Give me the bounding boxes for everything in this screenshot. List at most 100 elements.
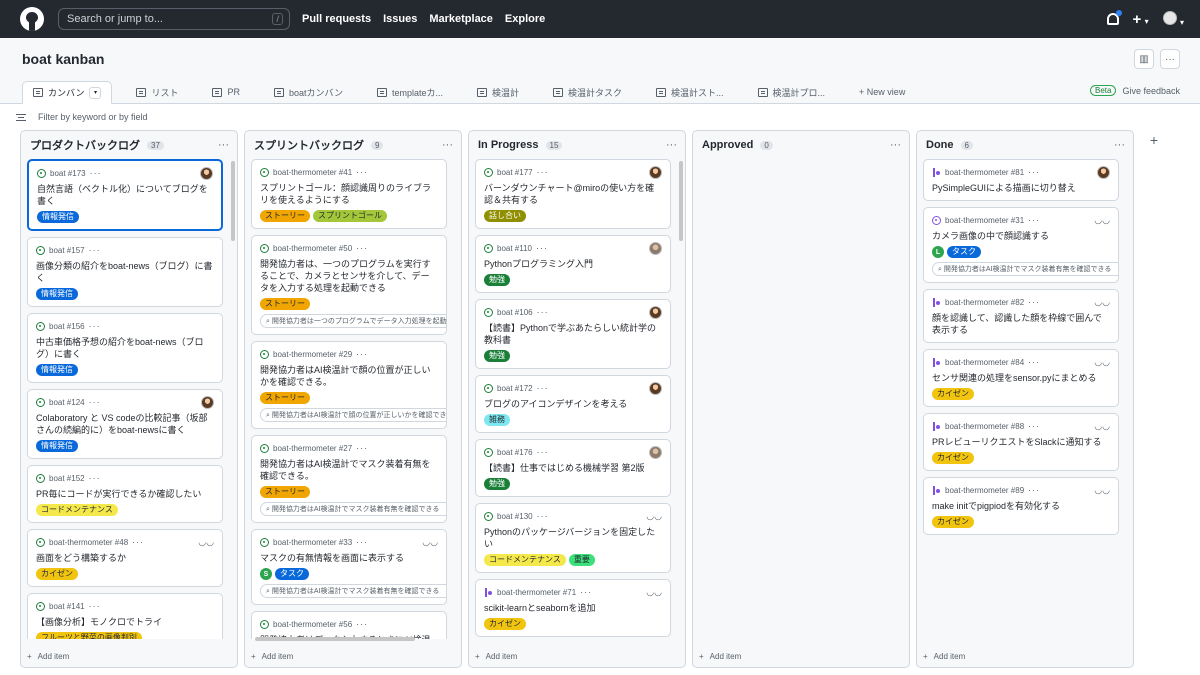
github-logo-icon[interactable] <box>20 7 44 31</box>
board-card[interactable]: boat-thermometer #29 ··· 開発協力者はAI検温計で顔の位置が… <box>251 341 447 429</box>
card-title[interactable]: Pythonプログラミング入門 <box>484 258 662 270</box>
board-card[interactable]: boat-thermometer #31 ··· ◡◡ カメラ画像の中で顔認識する L タ… <box>923 207 1119 283</box>
linked-issue[interactable]: ⌕ 開発協力者はAI検温計で顔の位置が正しいかを確認できる <box>260 408 447 422</box>
add-item-button[interactable]: + Add item <box>923 652 965 661</box>
create-new-button[interactable]: + ▾ <box>1133 11 1149 28</box>
nav-issues[interactable]: Issues <box>383 13 417 25</box>
board-card[interactable]: boat #110 ··· Pythonプログラミング入門 勉強 <box>475 235 671 293</box>
card-title[interactable]: 開発協力者はAI検温計でマスク装着有無を確認できる。 <box>260 458 438 482</box>
card-menu-icon[interactable]: ··· <box>537 383 549 393</box>
linked-issue[interactable]: ⌕ 開発協力者は一つのプログラムでデータ入力処理を起動できる <box>260 314 447 328</box>
board-card[interactable]: boat #106 ··· 【読書】Pythonで学ぶあたらしい統計学の教科書 勉強 <box>475 299 671 369</box>
card-menu-icon[interactable]: ··· <box>1028 421 1040 431</box>
card-title[interactable]: 開発協力者はAI検温計で顔の位置が正しいかを確認できる。 <box>260 364 438 388</box>
card-title[interactable]: Pythonのパッケージバージョンを固定したい <box>484 526 662 550</box>
card-menu-icon[interactable]: ··· <box>1028 297 1040 307</box>
board-card[interactable]: boat-thermometer #41 ··· スプリントゴール：顔認識周りのライ… <box>251 159 447 229</box>
board-card[interactable]: boat-thermometer #84 ··· ◡◡ センサ関連の処理をsensor… <box>923 349 1119 407</box>
card-menu-icon[interactable]: ··· <box>1028 215 1040 225</box>
horizontal-scrollbar[interactable] <box>255 637 415 641</box>
side-panel-toggle-icon[interactable]: ▥ <box>1134 49 1154 69</box>
card-menu-icon[interactable]: ··· <box>89 321 101 331</box>
card-menu-icon[interactable]: ··· <box>537 511 549 521</box>
linked-issue[interactable]: ⌕ 開発協力者はAI検温計でマスク装着有無を確認できる <box>260 502 447 516</box>
add-item-button[interactable]: + Add item <box>27 652 69 661</box>
card-menu-icon[interactable]: ··· <box>89 601 101 611</box>
tab-view[interactable]: 検温計プロ... <box>748 81 836 103</box>
card-menu-icon[interactable]: ··· <box>1028 485 1040 495</box>
user-menu[interactable]: ▾ <box>1162 10 1184 28</box>
card-title[interactable]: カメラ画像の中で顔認識する <box>932 230 1110 242</box>
card-menu-icon[interactable]: ··· <box>356 243 368 253</box>
card-title[interactable]: マスクの有無情報を画面に表示する <box>260 552 438 564</box>
linked-issue[interactable]: ⌕ 開発協力者はAI検温計でマスク装着有無を確認できる <box>932 262 1119 276</box>
card-title[interactable]: 開発協力者は、一つのプログラムを実行することで、カメラとセンサを介して、データを… <box>260 258 438 294</box>
card-title[interactable]: バーンダウンチャート@miroの使い方を確認＆共有する <box>484 182 662 206</box>
card-title[interactable]: 画面をどう構築するか <box>36 552 214 564</box>
card-title[interactable]: 顔を認識して、認識した顔を枠線で囲んで表示する <box>932 312 1110 336</box>
add-item-button[interactable]: + Add item <box>475 652 517 661</box>
board-card[interactable]: boat-thermometer #50 ··· 開発協力者は、一つのプログラムを実… <box>251 235 447 335</box>
board-card[interactable]: boat-thermometer #82 ··· ◡◡ 顔を認識して、認識した顔を枠線… <box>923 289 1119 343</box>
card-title[interactable]: スプリントゴール：顔認識周りのライブラリを使えるようにする <box>260 182 438 206</box>
board-card[interactable]: boat-thermometer #33 ··· ◡◡ マスクの有無情報を画面に表示す… <box>251 529 447 605</box>
linked-issue[interactable]: ⌕ 開発協力者はAI検温計でマスク装着有無を確認できる <box>260 584 447 598</box>
card-title[interactable]: PySimpleGUIによる描画に切り替え <box>932 182 1110 194</box>
card-title[interactable]: 中古車価格予想の紹介をboat-news（ブログ）に書く <box>36 336 214 360</box>
nav-explore[interactable]: Explore <box>505 13 545 25</box>
nav-pull-requests[interactable]: Pull requests <box>302 13 371 25</box>
tab-view[interactable]: boatカンバン <box>264 81 353 103</box>
card-title[interactable]: PRレビューリクエストをSlackに通知する <box>932 436 1110 448</box>
notifications-bell-icon[interactable] <box>1106 10 1122 25</box>
column-scrollbar[interactable] <box>679 161 683 241</box>
board-card[interactable]: boat #173 ··· 自然言語（ベクトル化）についてブログを書く 情報発信 <box>27 159 223 231</box>
card-title[interactable]: 画像分類の紹介をboat-news（ブログ）に書く <box>36 260 214 284</box>
column-menu-icon[interactable]: ··· <box>666 139 677 151</box>
card-menu-icon[interactable]: ··· <box>537 167 549 177</box>
card-menu-icon[interactable]: ··· <box>89 397 101 407</box>
filter-bar[interactable]: Filter by keyword or by field <box>0 104 1200 130</box>
column-menu-icon[interactable]: ··· <box>218 139 229 151</box>
new-view-button[interactable]: + New view <box>849 81 915 103</box>
project-menu-icon[interactable]: ··· <box>1160 49 1180 69</box>
tab-view[interactable]: 検温計 <box>467 81 529 103</box>
board-card[interactable]: boat-thermometer #48 ··· ◡◡ 画面をどう構築するか カイゼン <box>27 529 223 587</box>
board-card[interactable]: boat #124 ··· Colaboratory と VS codeの比較記事（… <box>27 389 223 459</box>
column-scrollbar[interactable] <box>231 161 235 241</box>
card-title[interactable]: センサ関連の処理をsensor.pyにまとめる <box>932 372 1110 384</box>
card-menu-icon[interactable]: ··· <box>1028 167 1040 177</box>
card-title[interactable]: 【読書】仕事ではじめる機械学習 第2版 <box>484 462 662 474</box>
card-menu-icon[interactable]: ··· <box>356 443 368 453</box>
card-menu-icon[interactable]: ··· <box>89 245 101 255</box>
tab-view[interactable]: カンバン ▾ <box>22 81 113 104</box>
tab-view[interactable]: templateカ... <box>367 81 453 103</box>
card-title[interactable]: 【画像分析】モノクロでトライ <box>36 616 214 628</box>
search-input[interactable]: Search or jump to... / <box>58 8 290 30</box>
card-menu-icon[interactable]: ··· <box>356 167 368 177</box>
board-card[interactable]: boat #130 ··· ◡◡ Pythonのパッケージバージョンを固定したい コード… <box>475 503 671 573</box>
filter-input[interactable]: Filter by keyword or by field <box>38 112 148 122</box>
board-card[interactable]: boat #176 ··· 【読書】仕事ではじめる機械学習 第2版 勉強 <box>475 439 671 497</box>
card-menu-icon[interactable]: ··· <box>132 537 144 547</box>
card-title[interactable]: scikit-learnとseabornを追加 <box>484 602 662 614</box>
nav-marketplace[interactable]: Marketplace <box>429 13 493 25</box>
tab-view[interactable]: リスト <box>126 81 188 103</box>
board-card[interactable]: boat #177 ··· バーンダウンチャート@miroの使い方を確認＆共有する話… <box>475 159 671 229</box>
tab-view[interactable]: 検温計スト... <box>646 81 734 103</box>
board-card[interactable]: boat-thermometer #89 ··· ◡◡ make initでpigpi… <box>923 477 1119 535</box>
board-card[interactable]: boat #157 ··· 画像分類の紹介をboat-news（ブログ）に書く 情報発… <box>27 237 223 307</box>
board-card[interactable]: boat-thermometer #27 ··· 開発協力者はAI検温計でマスク装着… <box>251 435 447 523</box>
card-menu-icon[interactable]: ··· <box>89 473 101 483</box>
card-menu-icon[interactable]: ··· <box>90 168 102 178</box>
board-card[interactable]: boat-thermometer #56···開発協力者はデータ入力するときにA… <box>251 611 447 639</box>
card-title[interactable]: 自然言語（ベクトル化）についてブログを書く <box>37 183 213 207</box>
card-title[interactable]: Colaboratory と VS codeの比較記事（坂部さんの続編的に）をb… <box>36 412 214 436</box>
tab-view[interactable]: 検温計タスク <box>543 81 632 103</box>
card-menu-icon[interactable]: ··· <box>536 243 548 253</box>
give-feedback-link[interactable]: Give feedback <box>1122 86 1180 96</box>
board-card[interactable]: boat #141 ··· 【画像分析】モノクロでトライ フルーツと野菜の画像判別 <box>27 593 223 639</box>
board-card[interactable]: boat-thermometer #81 ··· PySimpleGUIによる描画に… <box>923 159 1119 201</box>
add-item-button[interactable]: + Add item <box>699 652 741 661</box>
card-title[interactable]: 【読書】Pythonで学ぶあたらしい統計学の教科書 <box>484 322 662 346</box>
add-item-button[interactable]: + Add item <box>251 652 293 661</box>
